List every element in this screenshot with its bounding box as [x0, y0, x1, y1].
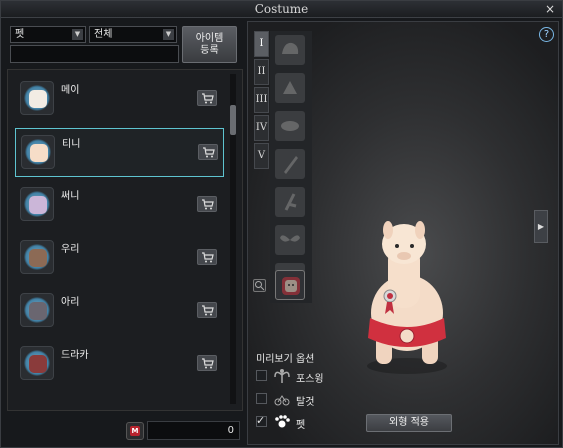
- cart-icon: [202, 305, 214, 316]
- pet-slot[interactable]: [275, 270, 305, 300]
- pet-face-icon: [29, 355, 47, 373]
- weapon-slot[interactable]: [275, 149, 305, 179]
- register-item-button[interactable]: 아이템 등록: [182, 26, 237, 63]
- title-bar[interactable]: Costume ×: [1, 1, 562, 18]
- currency-icon: M: [126, 422, 144, 440]
- help-button[interactable]: ?: [539, 27, 554, 42]
- pet-list[interactable]: 메이티니써니우리아리드라카: [7, 69, 243, 411]
- pet-name: 우리: [61, 244, 80, 255]
- chevron-down-icon: ▼: [72, 29, 83, 40]
- window-title: Costume: [254, 2, 309, 16]
- list-item[interactable]: 아리: [15, 287, 224, 336]
- list-item[interactable]: 써니: [15, 181, 224, 230]
- paw-icon: [275, 415, 290, 428]
- pet-option-label: 펫: [296, 420, 306, 431]
- pet-preview-model[interactable]: [352, 218, 462, 378]
- pet-thumbnail: [20, 346, 54, 380]
- wings-icon: [280, 235, 300, 242]
- pet-name: 아리: [61, 297, 80, 308]
- preview-option-pet[interactable]: 펫: [256, 413, 366, 431]
- costume-list-panel: 펫 ▼ 전체 ▼ 아이템 등록 메이티니써니우리아리드라카 M 0: [7, 23, 243, 443]
- apply-appearance-button[interactable]: 외형 적용: [366, 414, 452, 432]
- accessory-icon: [284, 193, 297, 211]
- equipment-slots: [270, 31, 312, 303]
- hat-icon: [283, 81, 297, 94]
- cart-button[interactable]: [197, 249, 217, 265]
- cart-button[interactable]: [198, 144, 218, 160]
- pet-thumbnail: [20, 187, 54, 221]
- currency-icon-letter: M: [130, 426, 140, 436]
- wing-slot[interactable]: [275, 111, 305, 141]
- list-item[interactable]: 티니: [15, 128, 224, 177]
- mount-checkbox[interactable]: [256, 393, 267, 404]
- zoom-icon[interactable]: [253, 279, 266, 292]
- currency-amount: 0: [147, 421, 240, 440]
- wing-icon: [281, 121, 299, 131]
- cart-icon: [202, 199, 214, 210]
- pet-checkbox[interactable]: [256, 414, 267, 427]
- list-item[interactable]: 메이: [15, 75, 224, 124]
- cart-button[interactable]: [197, 302, 217, 318]
- preview-panel: ? I II III IV V ▶ 미리보기 옵션 포스윙 탈것 ✓ 펫 외형 …: [247, 21, 559, 445]
- wing-checkbox[interactable]: [256, 370, 267, 381]
- pet-name: 티니: [62, 139, 81, 150]
- preview-option-mount[interactable]: 탈것: [256, 390, 366, 408]
- pet-name: 메이: [61, 85, 80, 96]
- pet-thumbnail: [20, 240, 54, 274]
- pet-face-icon: [29, 249, 47, 267]
- scrollbar-thumb[interactable]: [230, 105, 236, 135]
- close-button[interactable]: ×: [544, 2, 556, 16]
- register-label-line2: 등록: [200, 45, 219, 56]
- tab-slot-5[interactable]: V: [254, 143, 269, 169]
- chevron-down-icon: ▼: [163, 29, 174, 40]
- cart-icon: [203, 147, 215, 158]
- wing-option-label: 포스윙: [296, 374, 324, 385]
- preview-option-wing[interactable]: 포스윙: [256, 367, 366, 385]
- helmet-slot[interactable]: [275, 35, 305, 65]
- costume-window: Costume × 펫 ▼ 전체 ▼ 아이템 등록 메이티니써니우리아리드라카 …: [0, 0, 563, 448]
- pet-thumbnail: [21, 135, 55, 169]
- tab-slot-4[interactable]: IV: [254, 115, 269, 141]
- weapon-icon: [284, 156, 298, 174]
- pet-thumbnail: [20, 81, 54, 115]
- pet-name: 써니: [61, 191, 80, 202]
- wing-icon: [274, 369, 290, 383]
- accessory-slot[interactable]: [275, 187, 305, 217]
- pet-face-icon: [29, 196, 47, 214]
- category-select-value: 펫: [15, 29, 25, 40]
- preview-options-title: 미리보기 옵션: [256, 354, 315, 365]
- mount-icon: [274, 395, 290, 406]
- cart-icon: [202, 93, 214, 104]
- hat-slot[interactable]: [275, 73, 305, 103]
- cart-button[interactable]: [197, 90, 217, 106]
- mount-option-label: 탈것: [296, 397, 315, 408]
- cart-button[interactable]: [197, 196, 217, 212]
- list-item[interactable]: 우리: [15, 234, 224, 283]
- register-label-line1: 아이템: [195, 33, 224, 44]
- pet-alpaca-icon: [282, 277, 300, 295]
- cart-icon: [202, 252, 214, 263]
- search-input[interactable]: [10, 45, 179, 63]
- tab-slot-1[interactable]: I: [254, 31, 269, 57]
- category-select[interactable]: 펫 ▼: [10, 26, 86, 43]
- pet-face-icon: [30, 144, 48, 162]
- scope-select-value: 전체: [94, 29, 113, 40]
- tab-slot-3[interactable]: III: [254, 87, 269, 113]
- pet-face-icon: [29, 90, 47, 108]
- list-scrollbar[interactable]: [230, 74, 236, 404]
- back-slot[interactable]: [275, 225, 305, 255]
- scope-select[interactable]: 전체 ▼: [89, 26, 177, 43]
- list-item[interactable]: 드라카: [15, 340, 224, 389]
- pet-name: 드라카: [61, 350, 89, 361]
- helmet-icon: [282, 42, 299, 54]
- cart-icon: [202, 358, 214, 369]
- expand-panel-button[interactable]: ▶: [534, 210, 548, 243]
- pet-face-icon: [29, 302, 47, 320]
- cart-button[interactable]: [197, 355, 217, 371]
- pet-thumbnail: [20, 293, 54, 327]
- tab-slot-2[interactable]: II: [254, 59, 269, 85]
